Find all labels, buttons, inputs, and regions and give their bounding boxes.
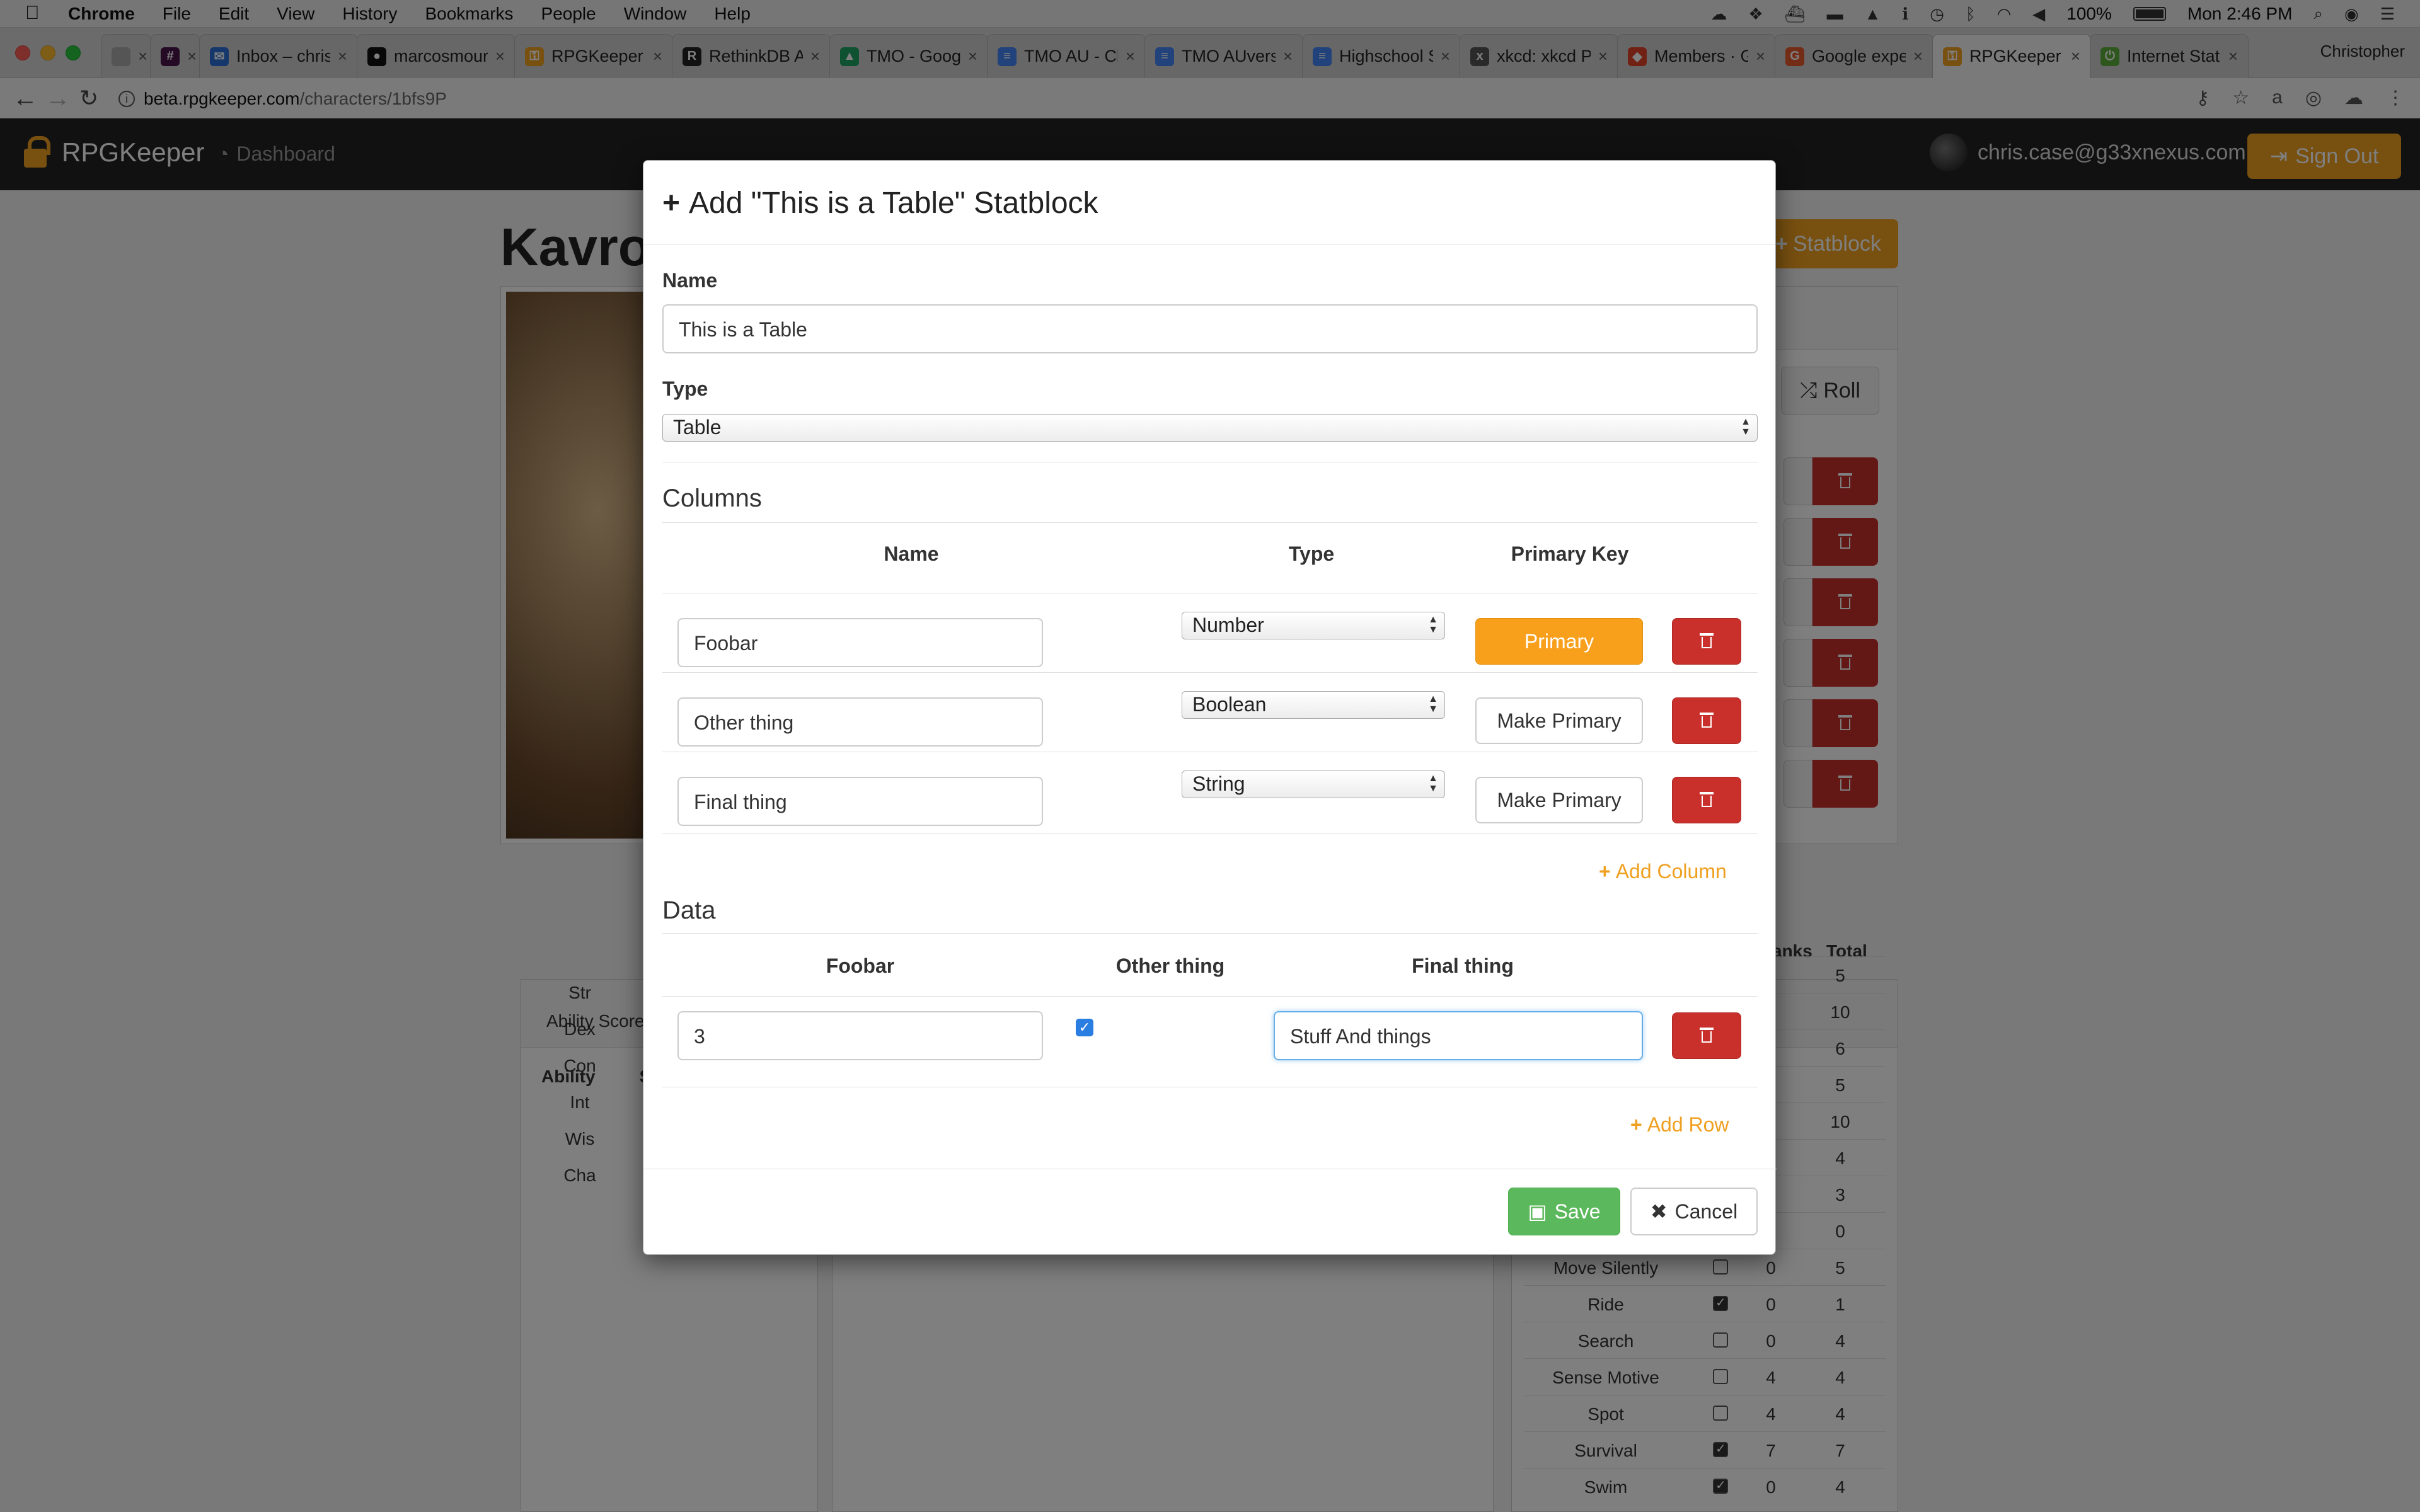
columns-primary-key-header: Primary Key xyxy=(1511,542,1629,565)
columns-section-title: Columns xyxy=(662,484,762,512)
data-section-title: Data xyxy=(662,896,716,924)
statblock-type-select[interactable]: Table ▲ ▼ xyxy=(662,414,1758,442)
select-arrows-icon: ▲ ▼ xyxy=(1428,614,1438,635)
column-type-value: Number xyxy=(1192,614,1264,636)
cancel-button[interactable]: ✖ Cancel xyxy=(1630,1188,1758,1235)
data-header-final-thing: Final thing xyxy=(1412,954,1514,977)
statblock-name-input[interactable]: This is a Table xyxy=(662,304,1758,353)
data-final-thing-input[interactable]: Stuff And things xyxy=(1274,1011,1643,1060)
delete-column-button[interactable] xyxy=(1672,777,1741,823)
column-name-input[interactable]: Final thing xyxy=(677,777,1043,826)
trash-icon xyxy=(1700,633,1714,650)
add-row-button[interactable]: + Add Row xyxy=(1630,1113,1729,1137)
save-button[interactable]: ▣ Save xyxy=(1508,1188,1620,1235)
type-select-value: Table xyxy=(673,416,722,438)
type-label: Type xyxy=(662,377,708,400)
data-other-thing-checkbox[interactable]: ✓ xyxy=(1076,1019,1093,1036)
select-arrows-icon: ▲ ▼ xyxy=(1428,773,1438,794)
select-arrows-icon: ▲ ▼ xyxy=(1741,416,1751,437)
add-row-label: Add Row xyxy=(1647,1113,1729,1136)
primary-key-button[interactable]: Primary xyxy=(1475,618,1643,665)
column-type-select[interactable]: Boolean ▲ ▼ xyxy=(1182,691,1445,719)
columns-name-header: Name xyxy=(884,542,939,565)
data-foobar-input[interactable]: 3 xyxy=(677,1011,1043,1060)
divider xyxy=(662,833,1758,834)
select-arrows-icon: ▲ ▼ xyxy=(1428,694,1438,714)
cancel-label: Cancel xyxy=(1674,1200,1738,1223)
name-label: Name xyxy=(662,269,718,292)
trash-icon xyxy=(1700,713,1714,729)
add-column-button[interactable]: + Add Column xyxy=(1599,860,1727,883)
modal-title: + Add "This is a Table" Statblock xyxy=(662,186,1098,220)
data-header-foobar: Foobar xyxy=(826,954,895,977)
trash-icon xyxy=(1700,1028,1714,1044)
plus-icon: + xyxy=(1630,1113,1642,1136)
delete-row-button[interactable] xyxy=(1672,1012,1741,1059)
make-primary-button[interactable]: Make Primary xyxy=(1475,697,1643,744)
divider xyxy=(662,996,1758,997)
modal-header: + Add "This is a Table" Statblock xyxy=(643,161,1775,245)
plus-icon: + xyxy=(662,186,681,220)
column-type-value: String xyxy=(1192,772,1245,795)
column-name-input[interactable]: Other thing xyxy=(677,697,1043,747)
modal-title-text: Add "This is a Table" Statblock xyxy=(689,186,1098,220)
floppy-disk-icon: ▣ xyxy=(1528,1200,1547,1223)
plus-icon: + xyxy=(1599,860,1611,883)
close-icon: ✖ xyxy=(1650,1200,1668,1223)
column-name-input[interactable]: Foobar xyxy=(677,618,1043,667)
delete-column-button[interactable] xyxy=(1672,697,1741,744)
column-type-value: Boolean xyxy=(1192,693,1267,716)
make-primary-button[interactable]: Make Primary xyxy=(1475,777,1643,823)
divider xyxy=(662,672,1758,673)
divider xyxy=(662,522,1758,523)
column-type-select[interactable]: String ▲ ▼ xyxy=(1182,770,1445,798)
save-label: Save xyxy=(1554,1200,1601,1223)
column-type-select[interactable]: Number ▲ ▼ xyxy=(1182,612,1445,639)
data-header-other-thing: Other thing xyxy=(1115,954,1225,977)
trash-icon xyxy=(1700,792,1714,808)
divider xyxy=(662,933,1758,934)
delete-column-button[interactable] xyxy=(1672,618,1741,665)
add-column-label: Add Column xyxy=(1615,860,1727,883)
columns-type-header: Type xyxy=(1288,542,1335,565)
add-statblock-modal: + Add "This is a Table" Statblock Name T… xyxy=(643,160,1777,1255)
